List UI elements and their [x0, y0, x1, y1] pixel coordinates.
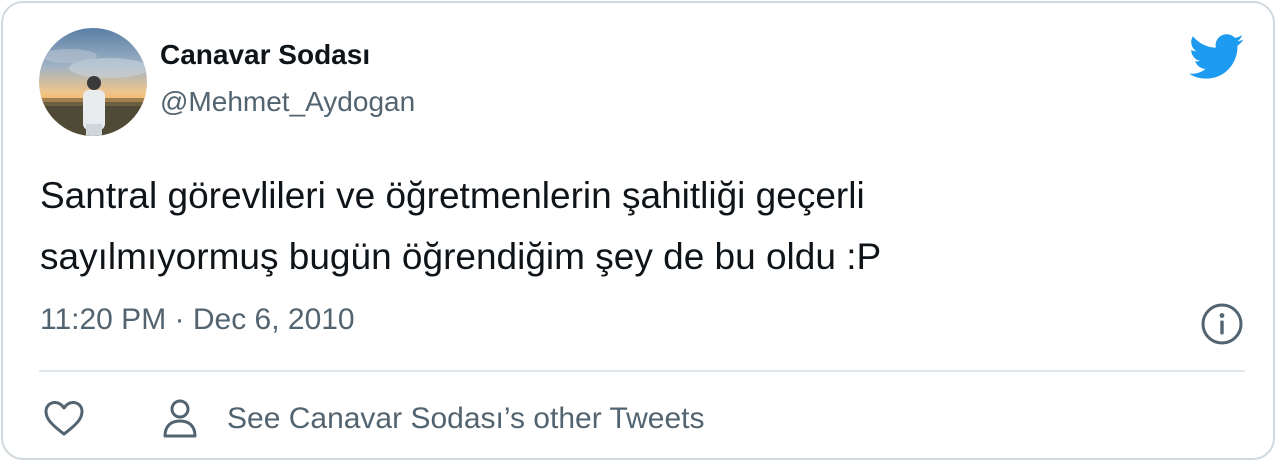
divider [39, 370, 1245, 372]
see-other-tweets-link[interactable]: See Canavar Sodası’s other Tweets [161, 397, 705, 441]
author-display-name[interactable]: Canavar Sodası [160, 39, 370, 71]
tweet-timestamp[interactable]: 11:20 PM · Dec 6, 2010 [40, 303, 355, 337]
tweet-text-line: Santral görevlileri ve öğretmenlerin şah… [40, 175, 865, 216]
avatar-photo [39, 28, 147, 136]
tweet-text-line: sayılmıyormuş bugün öğrendiğim şey de bu… [40, 236, 882, 277]
twitter-bird-icon[interactable] [1189, 34, 1245, 80]
tweet-text: Santral görevlileri ve öğretmenlerin şah… [40, 165, 1220, 287]
see-other-tweets-label: See Canavar Sodası’s other Tweets [227, 402, 705, 435]
tweet-card: Canavar Sodası @Mehmet_Aydogan Santral g… [1, 1, 1275, 460]
author-handle[interactable]: @Mehmet_Aydogan [160, 86, 415, 118]
person-icon [163, 399, 197, 438]
heart-icon[interactable] [43, 399, 85, 439]
info-icon[interactable] [1200, 302, 1244, 346]
avatar[interactable] [39, 28, 147, 136]
